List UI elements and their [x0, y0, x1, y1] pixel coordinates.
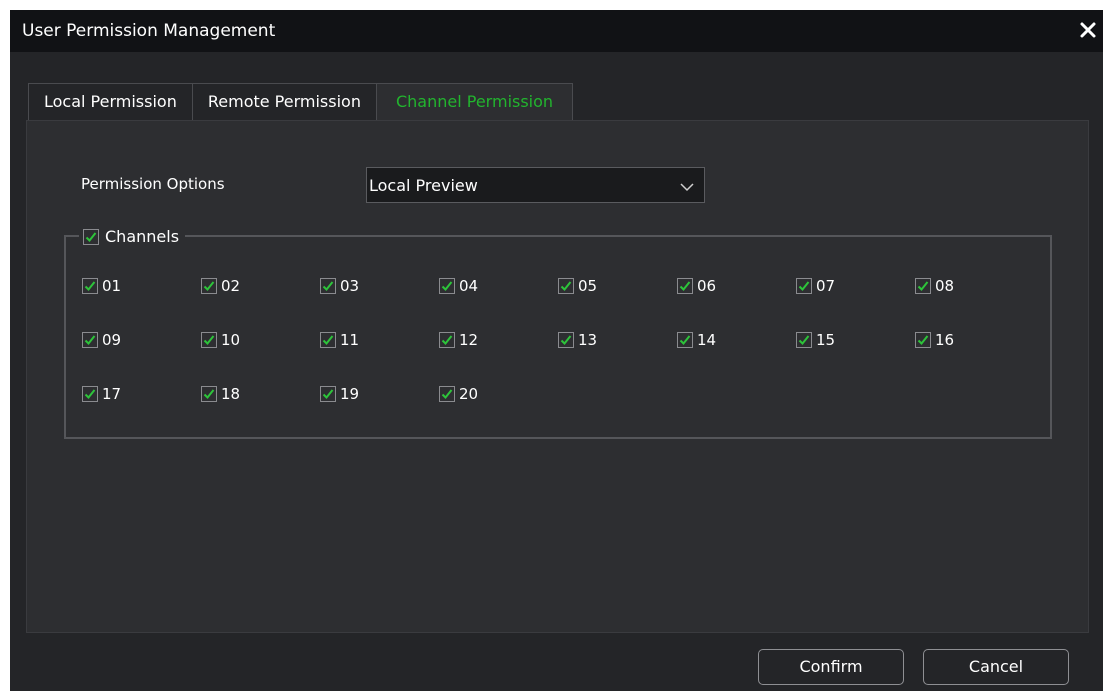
- check-icon: [85, 232, 97, 242]
- channel-label: 05: [578, 277, 598, 295]
- channel-label: 03: [340, 277, 360, 295]
- channels-label: Channels: [105, 227, 180, 246]
- tab-channel-permission[interactable]: Channel Permission: [375, 83, 574, 121]
- channel-item[interactable]: 12: [439, 330, 478, 350]
- check-icon: [917, 335, 929, 345]
- check-icon: [560, 335, 572, 345]
- channel-label: 07: [816, 277, 836, 295]
- tab-remote-permission[interactable]: Remote Permission: [191, 83, 377, 120]
- check-icon: [917, 281, 929, 291]
- channel-item[interactable]: 13: [558, 330, 597, 350]
- channel-item[interactable]: 01: [82, 276, 121, 296]
- check-icon: [560, 281, 572, 291]
- channel-item[interactable]: 17: [82, 384, 121, 404]
- channel-checkbox[interactable]: [915, 332, 931, 348]
- check-icon: [441, 389, 453, 399]
- permission-dialog: User Permission Management Local Permiss…: [10, 10, 1103, 691]
- channel-item[interactable]: 20: [439, 384, 478, 404]
- channel-checkbox[interactable]: [558, 278, 574, 294]
- channel-label: 12: [459, 331, 479, 349]
- channel-checkbox[interactable]: [201, 386, 217, 402]
- channel-label: 04: [459, 277, 479, 295]
- tab-bar: Local Permission Remote Permission Chann…: [28, 83, 574, 121]
- channel-label: 19: [340, 385, 360, 403]
- close-icon[interactable]: [1077, 19, 1099, 41]
- channel-label: 18: [221, 385, 241, 403]
- channel-checkbox[interactable]: [677, 332, 693, 348]
- channel-item[interactable]: 04: [439, 276, 478, 296]
- channel-label: 11: [340, 331, 360, 349]
- channel-label: 14: [697, 331, 717, 349]
- title-bar: User Permission Management: [10, 10, 1103, 52]
- check-icon: [84, 281, 96, 291]
- channel-item[interactable]: 02: [201, 276, 240, 296]
- channel-label: 02: [221, 277, 241, 295]
- channel-item[interactable]: 10: [201, 330, 240, 350]
- channel-checkbox[interactable]: [796, 332, 812, 348]
- tab-panel: Permission Options Local Preview Channel…: [26, 120, 1089, 633]
- chevron-down-icon: [680, 179, 694, 193]
- channel-item[interactable]: 18: [201, 384, 240, 404]
- check-icon: [84, 335, 96, 345]
- check-icon: [798, 281, 810, 291]
- channel-label: 08: [935, 277, 955, 295]
- channel-checkbox[interactable]: [82, 332, 98, 348]
- check-icon: [441, 335, 453, 345]
- check-icon: [322, 335, 334, 345]
- channel-item[interactable]: 05: [558, 276, 597, 296]
- channel-checkbox[interactable]: [439, 278, 455, 294]
- channel-item[interactable]: 03: [320, 276, 359, 296]
- check-icon: [203, 281, 215, 291]
- channel-item[interactable]: 11: [320, 330, 359, 350]
- channel-label: 09: [102, 331, 122, 349]
- channels-legend: Channels: [79, 226, 186, 248]
- permission-options-value: Local Preview: [369, 176, 478, 195]
- channel-label: 16: [935, 331, 955, 349]
- check-icon: [84, 389, 96, 399]
- channel-label: 13: [578, 331, 598, 349]
- channels-select-all-checkbox[interactable]: [83, 229, 99, 245]
- check-icon: [679, 335, 691, 345]
- channel-checkbox[interactable]: [201, 332, 217, 348]
- channel-checkbox[interactable]: [320, 386, 336, 402]
- channel-checkbox[interactable]: [558, 332, 574, 348]
- channel-checkbox[interactable]: [82, 386, 98, 402]
- channel-item[interactable]: 14: [677, 330, 716, 350]
- check-icon: [798, 335, 810, 345]
- channel-checkbox[interactable]: [439, 386, 455, 402]
- check-icon: [203, 335, 215, 345]
- channel-checkbox[interactable]: [915, 278, 931, 294]
- channel-label: 10: [221, 331, 241, 349]
- check-icon: [322, 281, 334, 291]
- permission-options-label: Permission Options: [81, 175, 225, 193]
- permission-options-select[interactable]: Local Preview: [366, 167, 705, 203]
- channel-checkbox[interactable]: [320, 278, 336, 294]
- check-icon: [441, 281, 453, 291]
- channel-checkbox[interactable]: [82, 278, 98, 294]
- channel-checkbox[interactable]: [320, 332, 336, 348]
- channel-item[interactable]: 15: [796, 330, 835, 350]
- channel-checkbox[interactable]: [201, 278, 217, 294]
- channel-item[interactable]: 06: [677, 276, 716, 296]
- confirm-button[interactable]: Confirm: [758, 649, 904, 685]
- cancel-button[interactable]: Cancel: [923, 649, 1069, 685]
- channel-checkbox[interactable]: [439, 332, 455, 348]
- channel-label: 15: [816, 331, 836, 349]
- channel-checkbox[interactable]: [796, 278, 812, 294]
- check-icon: [322, 389, 334, 399]
- channel-label: 01: [102, 277, 122, 295]
- dialog-title: User Permission Management: [22, 21, 276, 41]
- channel-item[interactable]: 19: [320, 384, 359, 404]
- channel-item[interactable]: 07: [796, 276, 835, 296]
- channel-label: 17: [102, 385, 122, 403]
- channel-label: 06: [697, 277, 717, 295]
- check-icon: [679, 281, 691, 291]
- channel-label: 20: [459, 385, 479, 403]
- channel-checkbox[interactable]: [677, 278, 693, 294]
- channel-item[interactable]: 09: [82, 330, 121, 350]
- tab-local-permission[interactable]: Local Permission: [28, 83, 193, 120]
- check-icon: [203, 389, 215, 399]
- channel-item[interactable]: 08: [915, 276, 954, 296]
- channel-item[interactable]: 16: [915, 330, 954, 350]
